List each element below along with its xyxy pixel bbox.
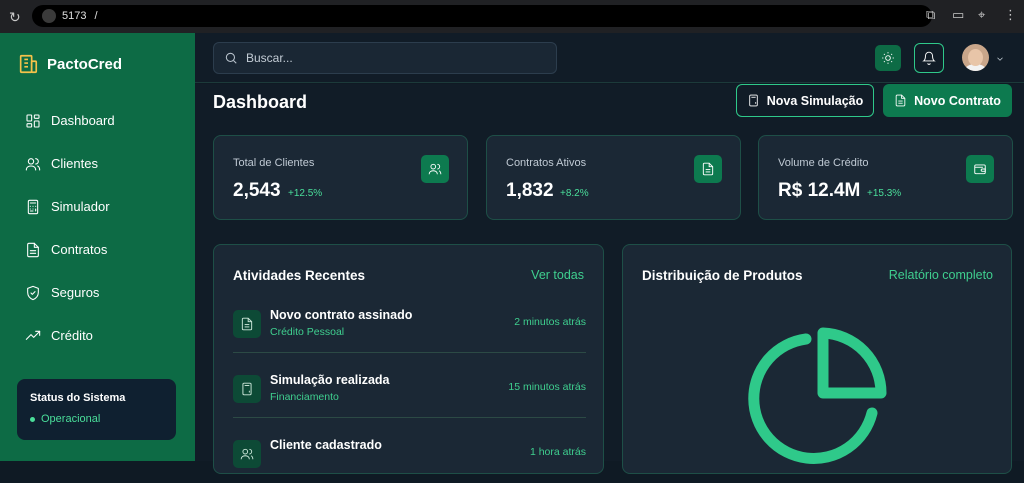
- main-content: Dashboard Nova Simulação Novo Contrato T…: [195, 84, 1024, 474]
- sidebar-item-label: Seguros: [51, 285, 100, 300]
- sidebar-item-dashboard[interactable]: Dashboard: [0, 99, 195, 142]
- divider: [233, 417, 586, 418]
- sidebar-item-label: Clientes: [51, 156, 98, 171]
- stat-card-volume: Volume de Crédito R$ 12.4M +15.3%: [758, 135, 1013, 220]
- address-bar[interactable]: 5173 /: [32, 5, 932, 27]
- stat-delta: +8.2%: [560, 188, 589, 199]
- stat-delta: +15.3%: [867, 188, 902, 199]
- recent-activities-panel: Atividades Recentes Ver todas Novo contr…: [213, 244, 604, 474]
- topbar: [195, 33, 1024, 83]
- search-box[interactable]: [213, 42, 557, 74]
- sun-icon: [882, 52, 894, 64]
- browser-toolbar: ↻ 5173 / ⧉ ▭ ⌖ ⋮: [0, 0, 1024, 33]
- activity-title: Novo contrato assinado: [270, 308, 413, 322]
- product-distribution-panel: Distribuição de Produtos Relatório compl…: [622, 244, 1012, 474]
- new-simulation-label: Nova Simulação: [766, 93, 864, 108]
- trending-up-icon: [25, 330, 41, 340]
- users-icon: [233, 440, 261, 468]
- sidebar-item-seguros[interactable]: Seguros: [0, 271, 195, 314]
- avatar-face: [968, 49, 983, 66]
- system-status-card: Status do Sistema Operacional: [17, 379, 176, 440]
- sidebar-item-credito[interactable]: Crédito: [0, 314, 195, 357]
- building-logo-icon: [19, 54, 38, 74]
- stat-label: Contratos Ativos: [506, 157, 587, 169]
- divider: [233, 352, 586, 353]
- activity-subtitle: Crédito Pessoal: [270, 326, 345, 338]
- document-icon: [233, 310, 261, 338]
- document-icon: [895, 94, 906, 107]
- activity-time: 1 hora atrás: [529, 446, 586, 458]
- users-icon: [25, 157, 41, 171]
- theme-toggle-button[interactable]: [875, 45, 901, 71]
- pie-chart-icon: [748, 327, 887, 464]
- document-icon: [27, 242, 39, 257]
- stat-value: 2,543: [233, 180, 281, 201]
- sidebar-item-label: Dashboard: [51, 113, 115, 128]
- new-contract-button[interactable]: Novo Contrato: [883, 84, 1012, 117]
- calculator-icon: [748, 94, 758, 107]
- users-icon: [421, 155, 449, 183]
- devices-icon[interactable]: ▭: [952, 8, 966, 22]
- calculator-icon: [27, 199, 39, 214]
- activity-item[interactable]: Novo contrato assinado Crédito Pessoal 2…: [233, 303, 586, 353]
- notifications-button[interactable]: [914, 43, 944, 73]
- page-title: Dashboard: [213, 92, 308, 112]
- activity-title: Simulação realizada: [270, 373, 390, 387]
- reload-icon[interactable]: ↻: [9, 10, 23, 24]
- system-status-state: Operacional: [30, 413, 163, 425]
- extensions-icon[interactable]: ⋮: [1004, 8, 1018, 22]
- new-contract-label: Novo Contrato: [914, 93, 1001, 108]
- search-icon: [225, 52, 237, 64]
- stat-label: Volume de Crédito: [778, 157, 869, 169]
- sidebar-item-label: Contratos: [51, 242, 108, 257]
- shield-icon: [27, 285, 39, 300]
- url-path: /: [94, 10, 98, 22]
- stat-value: R$ 12.4M: [778, 180, 861, 201]
- user-avatar[interactable]: [962, 44, 989, 71]
- activity-item[interactable]: Simulação realizada Financiamento 15 min…: [233, 368, 586, 418]
- calculator-icon: [233, 375, 261, 403]
- sidebar-item-label: Simulador: [51, 199, 110, 214]
- document-icon: [694, 155, 722, 183]
- system-status-title: Status do Sistema: [30, 392, 126, 404]
- stat-delta: +12.5%: [288, 188, 323, 199]
- sidebar-item-label: Crédito: [51, 328, 93, 343]
- grid-icon: [26, 113, 40, 128]
- activity-time: 15 minutos atrás: [508, 381, 586, 393]
- activity-item[interactable]: Cliente cadastrado 1 hora atrás: [233, 433, 586, 483]
- stat-card-clientes: Total de Clientes 2,543 +12.5%: [213, 135, 468, 220]
- new-simulation-button[interactable]: Nova Simulação: [736, 84, 874, 117]
- search-input[interactable]: [246, 51, 536, 65]
- stat-value: 1,832: [506, 180, 554, 201]
- stat-card-contratos: Contratos Ativos 1,832 +8.2%: [486, 135, 741, 220]
- activity-time: 2 minutos atrás: [514, 316, 586, 328]
- brand-name: PactoCred: [47, 55, 123, 73]
- inspect-icon[interactable]: ⌖: [978, 8, 992, 22]
- see-all-link[interactable]: Ver todas: [531, 268, 584, 282]
- wallet-icon: [966, 155, 994, 183]
- stat-label: Total de Clientes: [233, 157, 315, 169]
- activity-subtitle: Financiamento: [270, 391, 339, 403]
- sidebar-item-clientes[interactable]: Clientes: [0, 142, 195, 185]
- url-port: 5173: [62, 10, 87, 22]
- site-info-icon[interactable]: [42, 9, 56, 23]
- sidebar-item-simulador[interactable]: Simulador: [0, 185, 195, 228]
- sidebar-nav: Dashboard Clientes Simulador Contratos S…: [0, 99, 195, 357]
- status-dot-icon: [30, 416, 35, 422]
- sidebar: PactoCred Dashboard Clientes Simulador C…: [0, 33, 195, 461]
- sidebar-item-contratos[interactable]: Contratos: [0, 228, 195, 271]
- chevron-down-icon[interactable]: [995, 51, 1005, 61]
- bell-icon: [922, 51, 936, 65]
- panel-title: Atividades Recentes: [233, 268, 366, 283]
- browser-actions: ⧉ ▭ ⌖ ⋮: [926, 8, 1024, 22]
- panel-title: Distribuição de Produtos: [642, 268, 803, 283]
- full-report-link[interactable]: Relatório completo: [889, 268, 993, 282]
- brand[interactable]: PactoCred: [17, 53, 122, 75]
- activity-title: Cliente cadastrado: [270, 438, 382, 452]
- system-status-label: Operacional: [41, 413, 101, 425]
- open-external-icon[interactable]: ⧉: [926, 8, 940, 22]
